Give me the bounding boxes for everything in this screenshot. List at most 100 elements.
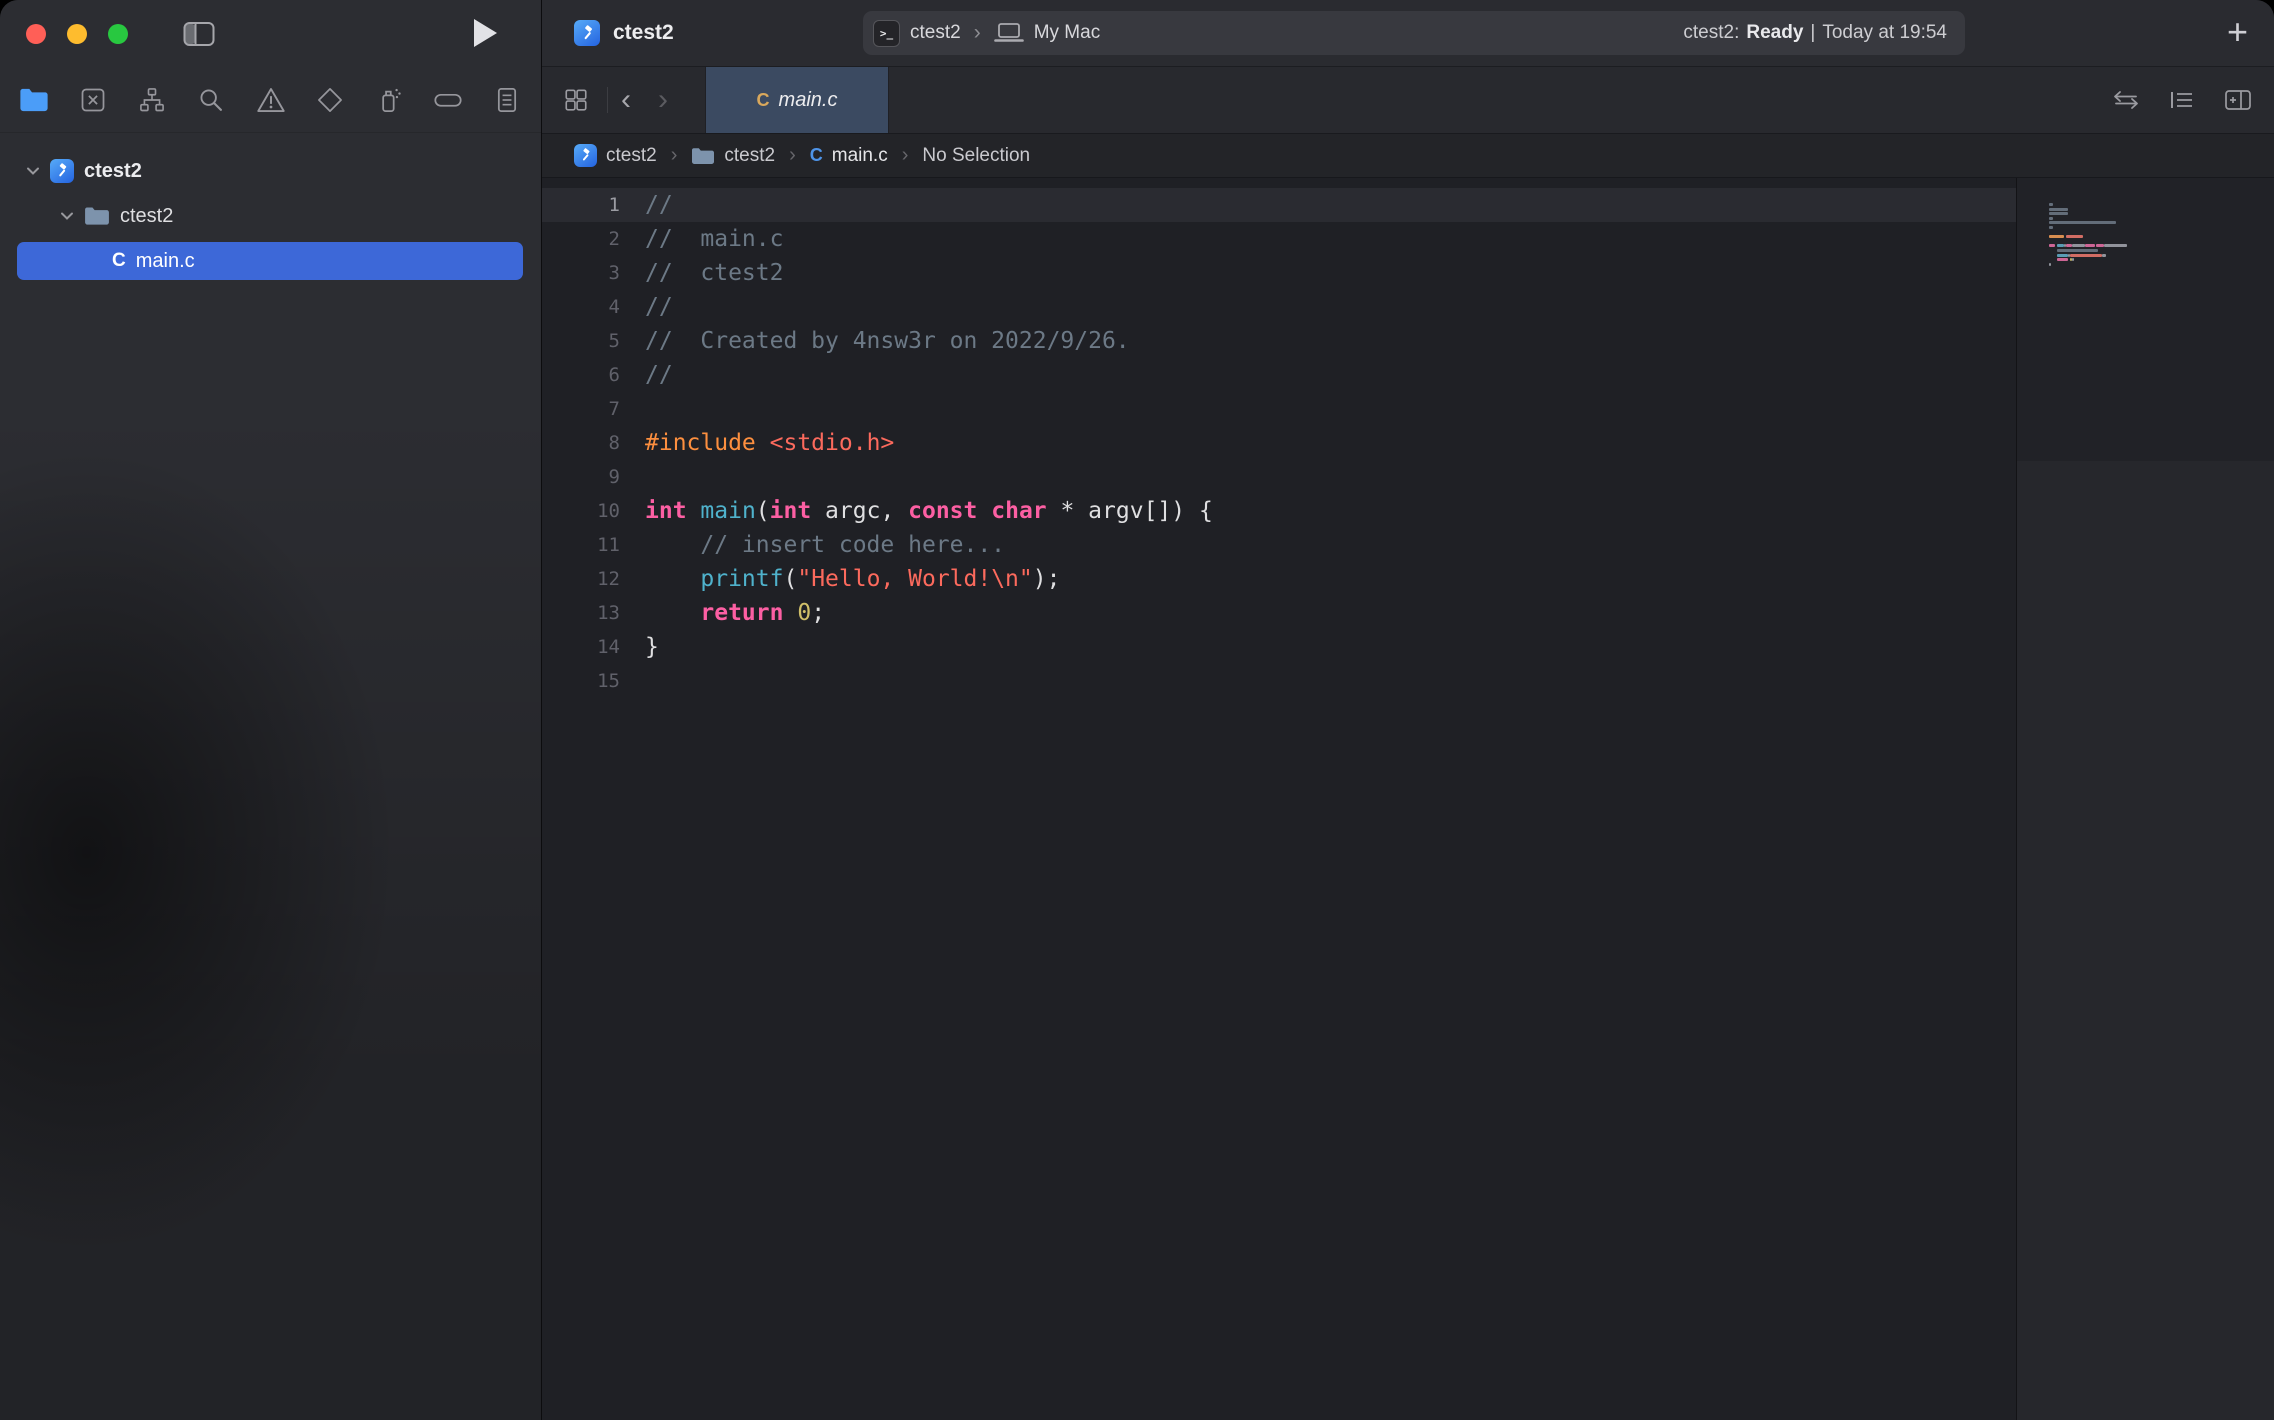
c-file-icon: C [112,250,126,272]
sidebar-toggle-icon [183,21,215,47]
xcode-app-icon [574,20,600,46]
library-add-button[interactable]: + [2227,12,2248,52]
symbols-hierarchy-icon [138,86,166,114]
laptop-icon [994,22,1024,44]
play-icon [472,18,498,48]
code-line[interactable]: 8#include <stdio.h> [541,426,2016,460]
reports-document-icon [493,86,521,114]
add-editor-button[interactable] [2224,88,2252,112]
reports-navigator-tab[interactable] [489,82,525,118]
xcode-project-icon[interactable] [574,144,597,167]
swap-arrows-icon [2112,88,2140,112]
breadcrumb-project[interactable]: ctest2 [606,145,657,167]
line-number: 9 [541,466,620,488]
code-text: int main(int argc, const char * argv[]) … [645,498,1213,524]
tree-item-label: main.c [136,250,195,273]
tests-navigator-tab[interactable] [312,82,348,118]
go-forward-button[interactable]: › [658,85,668,115]
code-line[interactable]: 2// main.c [541,222,2016,256]
toggle-sidebar-button[interactable] [183,21,215,47]
group-folder-icon [84,206,110,226]
toolbar: ctest2 >_ ctest2 › My Mac ctest2: Ready [541,0,2274,67]
jump-bar: ctest2 › ctest2 › C main.c › No Selectio… [541,133,2274,178]
tree-row-file-selected[interactable]: C main.c [17,242,523,280]
tests-diamond-icon [316,86,344,114]
code-line[interactable]: 3// ctest2 [541,256,2016,290]
code-lines: 1//2// main.c3// ctest24//5// Created by… [541,188,2016,698]
scheme-target-label[interactable]: ctest2 [910,22,961,44]
zoom-window-button[interactable] [108,24,128,44]
find-navigator-tab[interactable] [193,82,229,118]
minimap-line [2049,258,2274,261]
activity-viewer: >_ ctest2 › My Mac ctest2: Ready | Today… [863,11,1965,55]
minimap-line [2049,226,2274,229]
disclosure-chevron-icon[interactable] [60,211,74,221]
minimap-line [2049,235,2274,238]
window-title: ctest2 [613,21,674,45]
code-line[interactable]: 5// Created by 4nsw3r on 2022/9/26. [541,324,2016,358]
code-line[interactable]: 1// [541,188,2016,222]
symbols-navigator-tab[interactable] [134,82,170,118]
scheme-selector[interactable]: >_ ctest2 › My Mac [873,20,1100,47]
project-navigator-folder-icon [19,87,49,113]
line-number: 6 [541,364,620,386]
tree-item-label: ctest2 [84,160,142,183]
source-control-tab[interactable] [75,82,111,118]
code-text: // [645,362,673,388]
breadcrumb-group[interactable]: ctest2 [724,145,775,167]
minimap-line [2049,254,2274,257]
minimap[interactable] [2016,178,2274,1420]
tree-row-project[interactable]: ctest2 [0,152,541,190]
line-number: 14 [541,636,620,658]
close-window-button[interactable] [26,24,46,44]
run-button[interactable] [472,18,498,53]
xcode-project-icon [50,159,74,183]
tree-row-group[interactable]: ctest2 [0,197,541,235]
code-line[interactable]: 14} [541,630,2016,664]
sidebar-toolbar [0,0,541,67]
source-editor[interactable]: 1//2// main.c3// ctest24//5// Created by… [541,178,2016,1420]
build-status[interactable]: ctest2: Ready | Today at 19:54 [1683,22,1947,44]
grid-icon [563,87,589,113]
minimize-window-button[interactable] [67,24,87,44]
minimap-line [2049,267,2274,270]
source-control-x-square-icon [79,86,107,114]
adjust-editor-options-button[interactable] [2169,88,2195,112]
debug-spray-icon [375,86,403,114]
code-line[interactable]: 10 int main(int argc, const char * argv[]… [541,494,2016,528]
line-number: 11 [541,534,620,556]
go-back-button[interactable]: ‹ [621,85,631,115]
editor-tab-main-c[interactable]: C main.c [705,67,889,133]
minimap-line [2049,240,2274,243]
project-navigator-tab[interactable] [16,82,52,118]
code-line[interactable]: 7 [541,392,2016,426]
line-number: 15 [541,670,620,692]
scheme-device-label[interactable]: My Mac [1034,22,1101,44]
debug-navigator-tab[interactable] [371,82,407,118]
navigator-tab-strip [0,67,541,133]
breakpoints-navigator-tab[interactable] [430,82,466,118]
disclosure-chevron-icon[interactable] [26,166,40,176]
code-line[interactable]: 15 [541,664,2016,698]
line-number: 12 [541,568,620,590]
breadcrumb-selection[interactable]: No Selection [922,145,1030,167]
code-line[interactable]: 6 // [541,358,2016,392]
code-line[interactable]: 13 return 0; [541,596,2016,630]
breadcrumb-file[interactable]: main.c [832,145,888,167]
minimap-line [2049,263,2274,266]
code-line[interactable]: 9 [541,460,2016,494]
minimap-line [2049,212,2274,215]
line-number: 10 [541,500,620,522]
sidebar-divider[interactable] [541,0,542,1420]
code-line[interactable]: 4// [541,290,2016,324]
code-line[interactable]: 11 // insert code here... [541,528,2016,562]
toolbar-separator [607,87,608,113]
status-separator: | [1810,22,1815,44]
status-project: ctest2: [1683,22,1739,44]
line-number: 7 [541,398,620,420]
related-items-button[interactable] [563,87,589,113]
issues-navigator-tab[interactable] [253,82,289,118]
code-review-button[interactable] [2112,88,2140,112]
code-line[interactable]: 12 printf("Hello, World!\n"); [541,562,2016,596]
line-number: 3 [541,262,620,284]
